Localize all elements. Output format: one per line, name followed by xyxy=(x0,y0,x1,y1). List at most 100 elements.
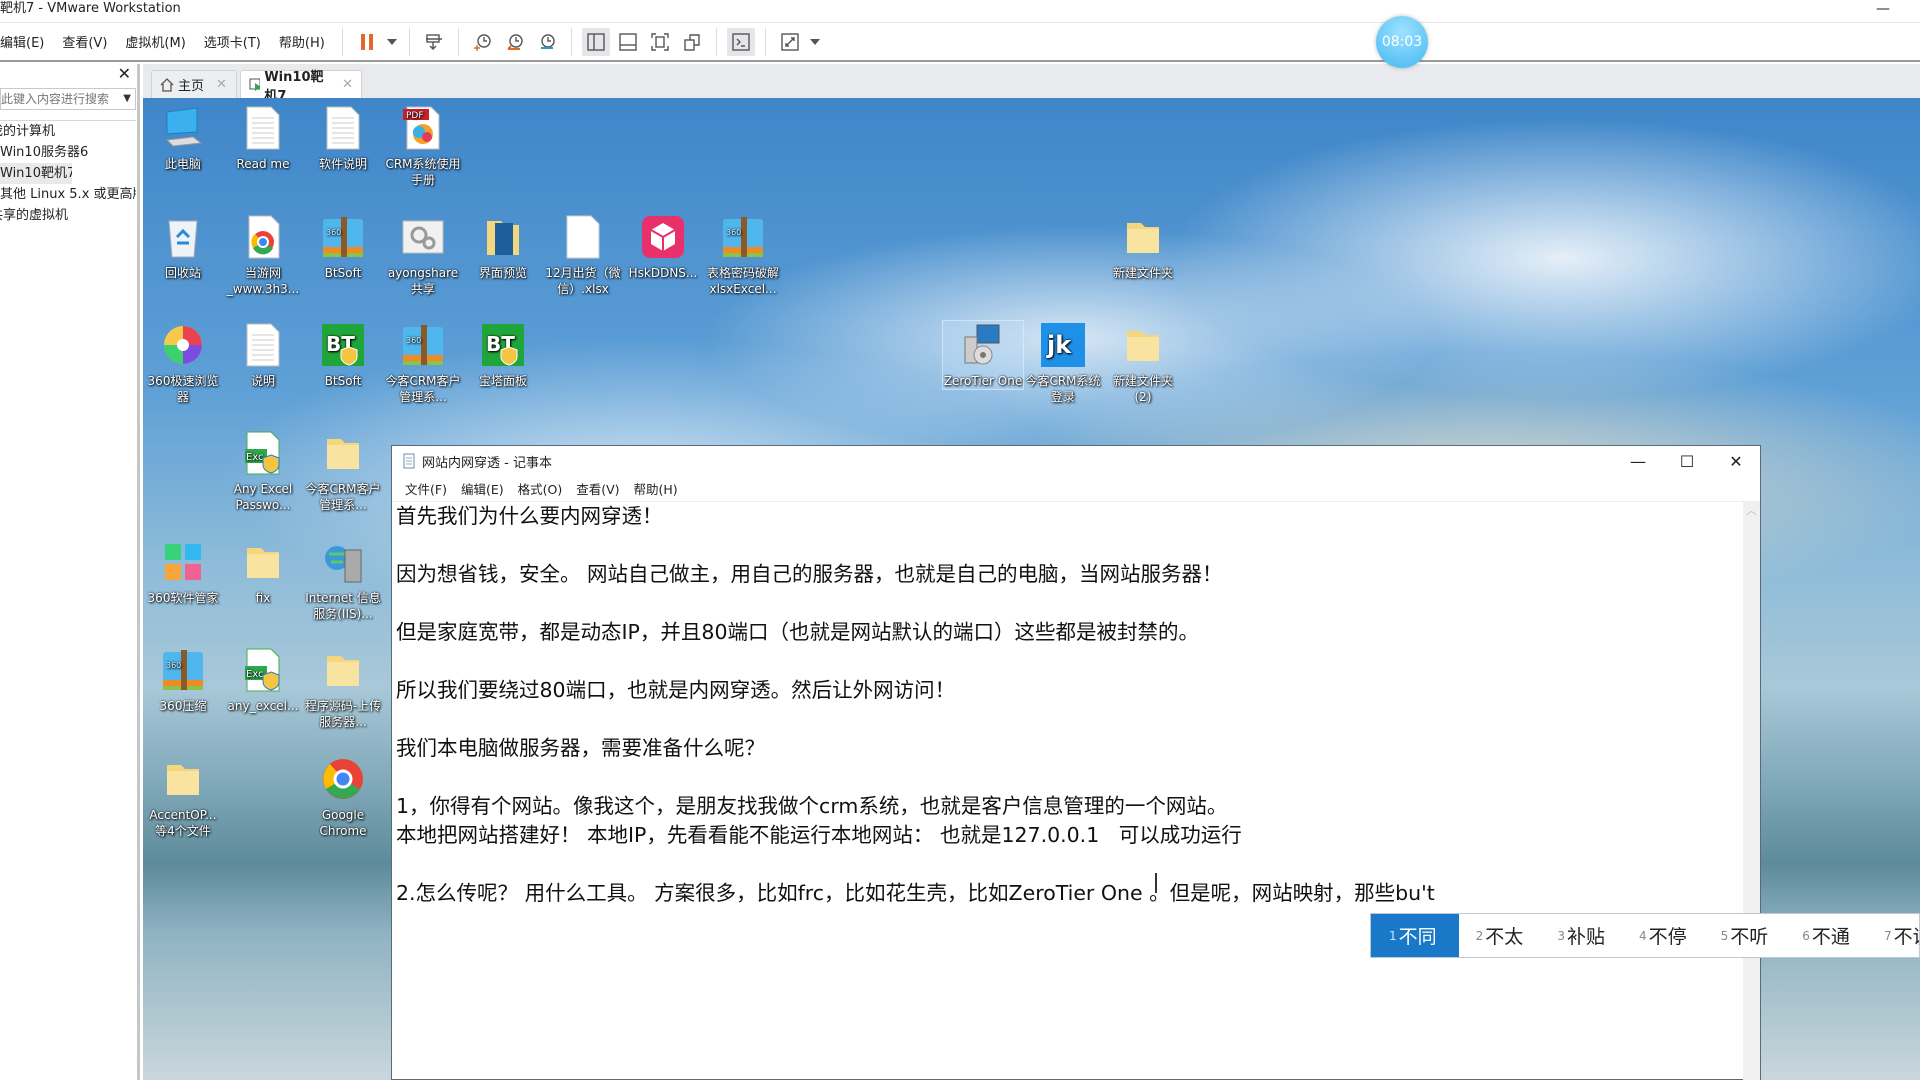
chrome-shortcut-icon xyxy=(239,213,287,261)
menu-edit[interactable]: 编辑(E) xyxy=(0,32,53,51)
scroll-up-icon[interactable]: ︿ xyxy=(1743,502,1760,518)
desktop-icon[interactable]: 软件说明 xyxy=(303,104,383,172)
desktop-icon-label: 新建文件夹 xyxy=(1112,266,1173,280)
tab-vm-win10-7[interactable]: Win10靶机7 ✕ xyxy=(240,70,362,104)
desktop-icon[interactable]: 360 360压缩 xyxy=(143,646,223,714)
menu-edit[interactable]: 编辑(E) xyxy=(454,479,511,498)
notepad-text-area[interactable]: 首先我们为什么要内网穿透！ 因为想省钱，安全。 网站自己做主，用自己的服务器，也… xyxy=(396,502,1736,1077)
desktop-icon-label: AccentOP... 等4个文件 xyxy=(149,808,217,838)
desktop-icon[interactable]: BT 宝塔面板 xyxy=(463,321,543,389)
dropdown-icon[interactable] xyxy=(385,28,399,56)
vertical-scrollbar[interactable]: ︿ xyxy=(1743,502,1760,1080)
menu-file[interactable]: 文件(F) xyxy=(398,479,454,498)
dropdown-icon[interactable] xyxy=(808,28,822,56)
library-tree-item[interactable]: 其他 Linux 5.x 或更高版 xyxy=(0,184,136,205)
ime-candidate[interactable]: 6 不通 xyxy=(1785,914,1867,957)
notepad-text-line: 因为想省钱，安全。 网站自己做主，用自己的服务器，也就是自己的电脑，当网站服务器… xyxy=(396,562,1223,586)
menu-vm[interactable]: 虚拟机(M) xyxy=(116,32,194,51)
library-tree-item[interactable]: 我的计算机 xyxy=(0,121,136,142)
close-icon[interactable]: ✕ xyxy=(342,77,353,92)
thumbnail-bar-icon[interactable] xyxy=(614,28,642,56)
desktop-icon[interactable]: 新建文件夹 (2) xyxy=(1103,321,1183,405)
desktop-icon[interactable]: HskDDNS... xyxy=(623,213,703,281)
console-view-icon[interactable] xyxy=(726,27,755,56)
menu-help[interactable]: 帮助(H) xyxy=(627,479,685,498)
show-library-icon[interactable] xyxy=(581,27,610,56)
desktop-icon[interactable]: 今客CRM客户管理系... xyxy=(303,429,383,513)
send-ctrl-alt-del-icon[interactable] xyxy=(420,28,448,56)
ime-candidate[interactable]: 5 不听 xyxy=(1704,914,1786,957)
desktop-icon[interactable]: AccentOP... 等4个文件 xyxy=(143,755,223,839)
candidate-number: 7 xyxy=(1883,928,1892,943)
desktop-icon[interactable]: Read me xyxy=(223,104,303,172)
desktop-icon[interactable]: 360 今客CRM客户管理系... xyxy=(383,321,463,405)
desktop-icon[interactable]: Google Chrome xyxy=(303,755,383,839)
close-button[interactable]: ✕ xyxy=(1712,446,1760,476)
pause-icon[interactable] xyxy=(353,28,381,56)
desktop-icon[interactable]: 360软件管家 xyxy=(143,538,223,606)
menu-toolbar: 编辑(E) 查看(V) 虚拟机(M) 选项卡(T) 帮助(H) xyxy=(0,22,1920,62)
desktop-icon-label: ayongshare共享 xyxy=(387,266,459,296)
ime-candidate[interactable]: 4 不停 xyxy=(1622,914,1704,957)
maximize-button[interactable]: ☐ xyxy=(1663,446,1711,476)
desktop-icon[interactable]: Exc Any Excel Passwo... xyxy=(223,429,303,513)
desktop-icon[interactable]: fix xyxy=(223,538,303,606)
desktop-icon[interactable]: 360 表格密码破解xlsxExcel... xyxy=(703,213,783,297)
library-tree-item[interactable]: Win10靶机7 xyxy=(0,163,72,184)
text-file-icon xyxy=(319,104,367,152)
tab-home[interactable]: 主页 ✕ xyxy=(151,70,237,98)
desktop-icon[interactable]: 说明 xyxy=(223,321,303,389)
desktop-icon[interactable]: PDF CRM系统使用手册 xyxy=(383,104,463,188)
notepad-title-bar[interactable]: 网站内网穿透 - 记事本 xyxy=(392,446,1760,476)
ime-candidate[interactable]: 1 不同 xyxy=(1371,914,1459,957)
desktop-icon[interactable]: 此电脑 xyxy=(143,104,223,172)
minimize-button[interactable]: — xyxy=(1614,446,1662,476)
desktop-icon[interactable]: ZeroTier One xyxy=(942,320,1024,390)
desktop-icon[interactable]: 当游网_www.3h3... xyxy=(223,213,303,297)
library-close-button[interactable]: ✕ xyxy=(118,64,131,83)
floating-clock-widget[interactable]: 08:03 xyxy=(1376,16,1428,68)
desktop-icon[interactable]: 回收站 xyxy=(143,213,223,281)
menu-tabs[interactable]: 选项卡(T) xyxy=(195,32,270,51)
desktop-icon[interactable]: Internet 信息服务(IIS)... xyxy=(303,538,383,622)
unity-icon[interactable] xyxy=(678,28,706,56)
menu-help[interactable]: 帮助(H) xyxy=(270,32,334,51)
stretch-icon[interactable] xyxy=(776,28,804,56)
snapshot-revert-icon[interactable] xyxy=(501,28,529,56)
chevron-down-icon[interactable]: ▼ xyxy=(123,89,131,109)
desktop-icon[interactable]: BT BtSoft xyxy=(303,321,383,389)
ime-candidate[interactable]: 3 补贴 xyxy=(1540,914,1622,957)
library-search-input[interactable]: 在此键入内容进行搜索 ▼ xyxy=(0,88,136,110)
desktop-icon-label: ZeroTier One xyxy=(943,374,1023,388)
desktop-icon[interactable]: 360极速浏览器 xyxy=(143,321,223,405)
menu-view[interactable]: 查看(V) xyxy=(569,479,626,498)
ime-candidate[interactable]: 7不说 xyxy=(1867,914,1919,957)
notepad-icon xyxy=(403,453,415,469)
desktop-icon[interactable]: 360 BtSoft xyxy=(303,213,383,281)
snapshot-manager-icon[interactable] xyxy=(533,28,561,56)
toolbar-separator xyxy=(764,27,766,56)
desktop-icon[interactable]: 程序源码-上传服务器... xyxy=(303,646,383,730)
desktop-icon[interactable]: 界面预览 xyxy=(463,213,543,281)
desktop-icon[interactable]: ayongshare共享 xyxy=(383,213,463,297)
desktop-icon-label: 表格密码破解xlsxExcel... xyxy=(706,266,779,296)
close-icon[interactable]: ✕ xyxy=(216,77,227,92)
desktop-icon[interactable]: 12月出货（微信）.xlsx xyxy=(543,213,623,297)
desktop-icon[interactable]: 新建文件夹 xyxy=(1103,213,1183,281)
desktop-icon-label: Read me xyxy=(236,157,290,171)
desktop-icon[interactable]: jk 今客CRM系统登录 xyxy=(1023,321,1103,405)
menu-view[interactable]: 查看(V) xyxy=(53,32,116,51)
library-tree-item[interactable]: 共享的虚拟机 xyxy=(0,205,136,226)
desktop-icon[interactable]: Exc any_excel... xyxy=(223,646,303,714)
library-tree-item[interactable]: Win10服务器6 xyxy=(0,142,136,163)
candidate-text: 不听 xyxy=(1730,926,1769,948)
library-panel: ✕ 在此键入内容进行搜索 ▼ 我的计算机Win10服务器6Win10靶机7其他 … xyxy=(0,64,140,1080)
ime-candidate[interactable]: 2 不太 xyxy=(1459,914,1541,957)
minimize-button[interactable]: — xyxy=(1876,0,1890,18)
fullscreen-icon[interactable] xyxy=(646,28,674,56)
browser-360-icon xyxy=(159,321,207,369)
snapshot-take-icon[interactable] xyxy=(469,28,497,56)
blank-file-icon xyxy=(559,213,607,261)
menu-format[interactable]: 格式(O) xyxy=(511,479,570,498)
pdf-file-icon: PDF xyxy=(399,104,447,152)
